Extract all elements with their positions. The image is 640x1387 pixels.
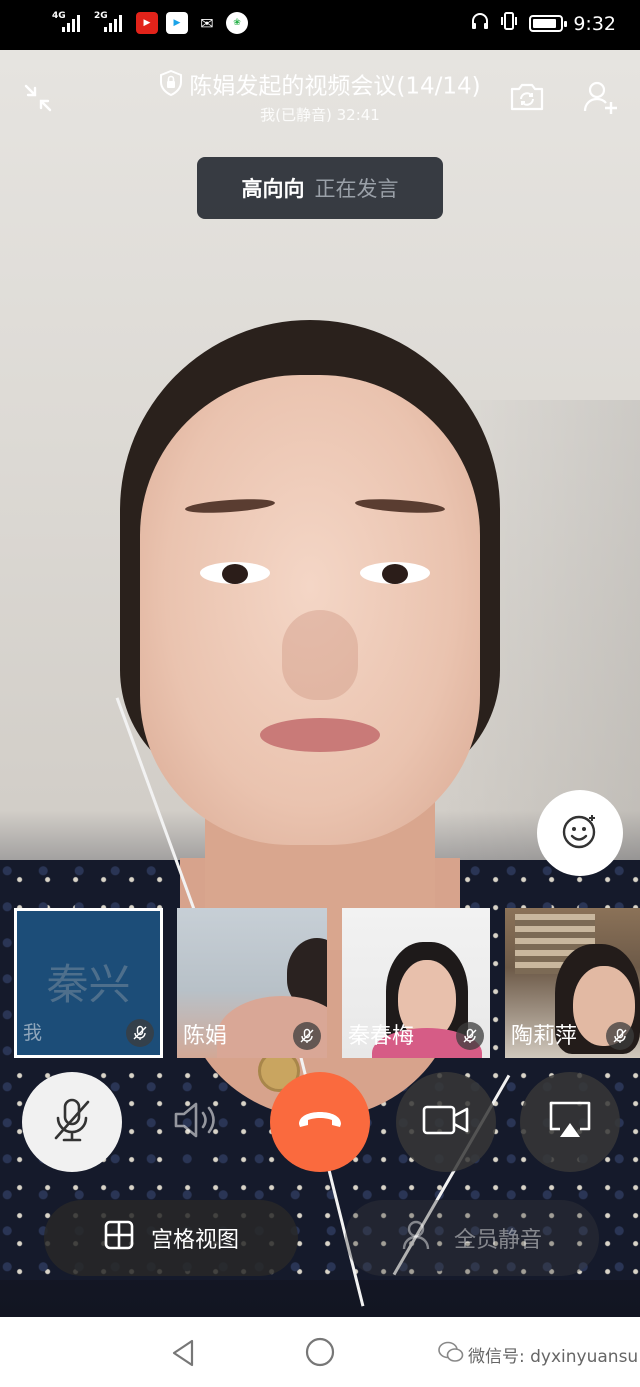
signal-4g-icon: 4G [52, 12, 86, 34]
home-icon[interactable] [303, 1335, 337, 1369]
participant-avatar-text: 秦兴 [46, 960, 131, 1009]
hang-up-icon [295, 1108, 345, 1136]
screen-share-button[interactable] [520, 1072, 620, 1172]
vibrate-icon [499, 12, 519, 35]
participant-tile[interactable]: 陈娟 [177, 908, 327, 1058]
muted-mic-icon [126, 1019, 154, 1047]
participant-name: 秦春梅 [348, 1024, 415, 1049]
wechat-icon: ✉ [196, 12, 218, 34]
camera-toggle-button[interactable] [396, 1072, 496, 1172]
video-call-screen: 4G 2G ▶ ▶ ✉ ❀ 9:32 陈娟发起的视频会议(14/14) 我(已静… [0, 0, 640, 1387]
clock: 9:32 [573, 12, 616, 35]
system-nav-bar: 微信号: dyxinyuansu [0, 1317, 640, 1387]
participant-name: 陈娟 [183, 1024, 228, 1049]
mute-mic-button[interactable] [22, 1072, 122, 1172]
flip-camera-icon[interactable] [508, 80, 546, 114]
headphones-icon [471, 12, 489, 35]
watermark: 微信号: dyxinyuansu [438, 1341, 638, 1368]
mute-all-button[interactable]: 全员静音 [345, 1200, 599, 1276]
battery-icon [529, 15, 568, 32]
watermark-text: 微信号: dyxinyuansu [468, 1347, 639, 1367]
muted-mic-icon [293, 1022, 321, 1050]
video-camera-icon [421, 1103, 471, 1141]
muted-mic-icon [606, 1022, 634, 1050]
grid-view-button[interactable]: 宫格视图 [44, 1200, 298, 1276]
lock-shield-icon [159, 69, 183, 104]
active-speaker-name: 高向向 [241, 177, 305, 201]
participant-tile[interactable]: 陶莉萍 [505, 908, 640, 1058]
muted-mic-icon [456, 1022, 484, 1050]
photos-icon: ❀ [226, 12, 248, 34]
participant-tile-self[interactable]: 秦兴 我 [14, 908, 163, 1058]
active-speaker-status: 正在发言 [314, 177, 399, 201]
speaker-button[interactable] [146, 1072, 246, 1172]
grid-icon [103, 1219, 135, 1257]
participant-tile[interactable]: 秦春梅 [342, 908, 490, 1058]
back-icon[interactable] [168, 1337, 200, 1369]
wechat-logo-icon [438, 1341, 464, 1368]
speaker-icon [172, 1100, 220, 1144]
meeting-title-text: 陈娟发起的视频会议(14/14) [189, 73, 481, 100]
hang-up-button[interactable] [270, 1072, 370, 1172]
status-bar: 4G 2G ▶ ▶ ✉ ❀ 9:32 [0, 0, 640, 50]
participant-name: 陶莉萍 [511, 1024, 578, 1049]
emoji-reaction-button[interactable] [537, 790, 623, 876]
screen-share-icon [546, 1099, 594, 1145]
grid-view-label: 宫格视图 [150, 1228, 239, 1253]
signal-2g-icon: 2G [94, 12, 128, 34]
smiley-icon [561, 812, 599, 854]
users-muted-icon [402, 1219, 438, 1257]
video-app-icon: ▶ [136, 12, 158, 34]
participant-name: 我 [23, 1022, 43, 1044]
mic-off-icon [50, 1096, 94, 1148]
mute-all-label: 全员静音 [453, 1228, 542, 1253]
add-member-icon[interactable] [582, 78, 620, 116]
youku-icon: ▶ [166, 12, 188, 34]
active-speaker-indicator: 高向向 正在发言 [197, 157, 443, 219]
